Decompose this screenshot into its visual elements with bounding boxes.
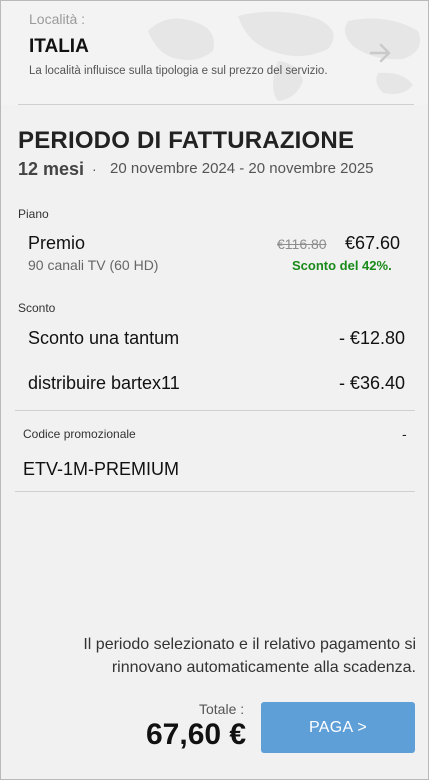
- billing-months: 12 mesi: [18, 159, 85, 179]
- auto-renew-note: Il periodo selezionato e il relativo pag…: [83, 636, 416, 676]
- discount-divider: [15, 410, 415, 411]
- arrow-right-icon[interactable]: [367, 39, 395, 67]
- discount-item-name: distribuire bartex11: [28, 373, 180, 393]
- plan-discount-badge: Sconto del 42%.: [292, 258, 392, 273]
- promo-divider: [15, 491, 415, 492]
- promo-code-toggle[interactable]: -: [402, 426, 407, 442]
- location-divider: [18, 104, 414, 105]
- promo-code-label: Codice promozionale: [23, 427, 136, 441]
- plan-old-price: €116.80: [277, 236, 327, 252]
- plan-description: 90 canali TV (60 HD): [28, 257, 159, 273]
- billing-dates: 20 novembre 2024 - 20 novembre 2025: [110, 160, 374, 177]
- billing-period-title: PERIODO DI FATTURAZIONE: [18, 127, 355, 154]
- discount-item-value: - €12.80: [338, 328, 405, 348]
- plan-new-price: €67.60: [345, 233, 401, 253]
- discount-item-name: Sconto una tantum: [28, 328, 180, 348]
- total-amount: 67,60 €: [146, 718, 247, 751]
- location-country: ITALIA: [29, 36, 89, 57]
- plan-name: Premio: [28, 233, 86, 253]
- plan-section-label: Piano: [18, 207, 49, 221]
- total-label: Totale :: [199, 701, 245, 717]
- billing-separator: ·: [92, 161, 97, 177]
- pay-button-label: PAGA >: [309, 718, 367, 736]
- discount-item-value: - €36.40: [338, 373, 405, 393]
- discount-section-label: Sconto: [18, 301, 56, 315]
- location-selector[interactable]: Località : ITALIA La località influisce …: [1, 1, 428, 105]
- location-label: Località :: [29, 11, 86, 27]
- location-note: La località influisce sulla tipologia e …: [29, 65, 328, 77]
- promo-code-value[interactable]: ETV-1M-PREMIUM: [23, 459, 179, 480]
- pay-button[interactable]: PAGA >: [261, 702, 415, 753]
